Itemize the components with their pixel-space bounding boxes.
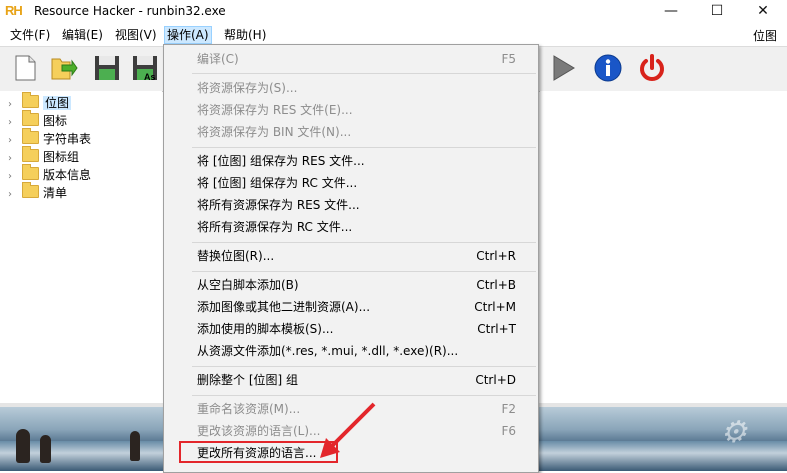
person-silhouette [40,435,51,463]
open-icon[interactable] [48,53,78,83]
info-icon[interactable] [593,53,623,83]
menu-item-save-all-rc[interactable]: 将所有资源保存为 RC 文件... [164,217,538,237]
menu-file[interactable]: 文件(F) [8,27,52,43]
person-silhouette [16,429,30,463]
menu-item-save-group-res[interactable]: 将 [位图] 组保存为 RES 文件... [164,151,538,171]
new-file-icon[interactable] [10,53,40,83]
folder-icon [22,110,39,126]
menu-view[interactable]: 视图(V) [113,27,159,43]
svg-text:As: As [144,72,156,82]
current-resource-label: 位图 [752,29,777,43]
save-as-icon[interactable]: As [130,53,160,83]
menu-item-add-script-template[interactable]: 添加使用的脚本模板(S)... Ctrl+T [164,319,538,339]
tree-item-manifest[interactable]: › 清单 [8,182,67,202]
window-title: Resource Hacker - runbin32.exe [34,4,226,18]
menu-item-save-resource-bin[interactable]: 将资源保存为 BIN 文件(N)... [164,122,538,142]
menu-item-compile[interactable]: 编译(C) F5 [164,49,538,69]
menu-item-save-group-rc[interactable]: 将 [位图] 组保存为 RC 文件... [164,173,538,193]
menu-item-delete-group[interactable]: 删除整个 [位图] 组 Ctrl+D [164,370,538,390]
title-bar: RH Resource Hacker - runbin32.exe — ☐ ✕ [0,0,787,24]
power-icon[interactable] [637,53,667,83]
menu-separator [192,73,536,74]
close-button[interactable]: ✕ [740,0,786,24]
menu-item-add-from-resource-file[interactable]: 从资源文件添加(*.res, *.mui, *.dll, *.exe)(R)..… [164,341,538,361]
menu-separator [192,242,536,243]
play-icon[interactable] [548,53,578,83]
menu-bar: 文件(F) 编辑(E) 视图(V) 操作(A) 帮助(H) 位图 [0,25,787,45]
annotation-arrow [320,402,376,458]
menu-separator [192,395,536,396]
tree-item-icon[interactable]: › 图标 [8,110,67,130]
menu-item-add-blank-script[interactable]: 从空白脚本添加(B) Ctrl+B [164,275,538,295]
folder-icon [22,164,39,180]
menu-separator [192,366,536,367]
menu-item-save-resource-res[interactable]: 将资源保存为 RES 文件(E)... [164,100,538,120]
maximize-button[interactable]: ☐ [694,0,740,24]
tree-item-string-table[interactable]: › 字符串表 [8,128,91,148]
folder-icon [22,182,39,198]
tree-item-bitmap[interactable]: › 位图 [8,92,72,112]
tree-item-icon-group[interactable]: › 图标组 [8,146,79,166]
folder-icon [22,146,39,162]
folder-icon [22,92,39,108]
menu-help[interactable]: 帮助(H) [222,27,268,43]
editor-pane[interactable] [540,91,787,403]
person-silhouette [130,431,140,461]
app-icon: RH [5,3,23,18]
watermark-logo: ⚙ [720,416,747,449]
menu-item-replace-bitmap[interactable]: 替换位图(R)... Ctrl+R [164,246,538,266]
tree-item-version-info[interactable]: › 版本信息 [8,164,91,184]
menu-separator [192,271,536,272]
menu-edit[interactable]: 编辑(E) [60,27,105,43]
minimize-button[interactable]: — [648,0,694,24]
menu-item-save-resource-as[interactable]: 将资源保存为(S)... [164,78,538,98]
menu-action[interactable]: 操作(A) [164,26,212,44]
save-icon[interactable] [92,53,122,83]
menu-item-add-binary-resource[interactable]: 添加图像或其他二进制资源(A)... Ctrl+M [164,297,538,317]
resource-tree: › 位图 › 图标 › 字符串表 › 图标组 › 版本信息 › 清单 [0,91,162,403]
chevron-right-icon: › [8,189,12,200]
menu-item-save-all-res[interactable]: 将所有资源保存为 RES 文件... [164,195,538,215]
menu-separator [192,147,536,148]
folder-icon [22,128,39,144]
